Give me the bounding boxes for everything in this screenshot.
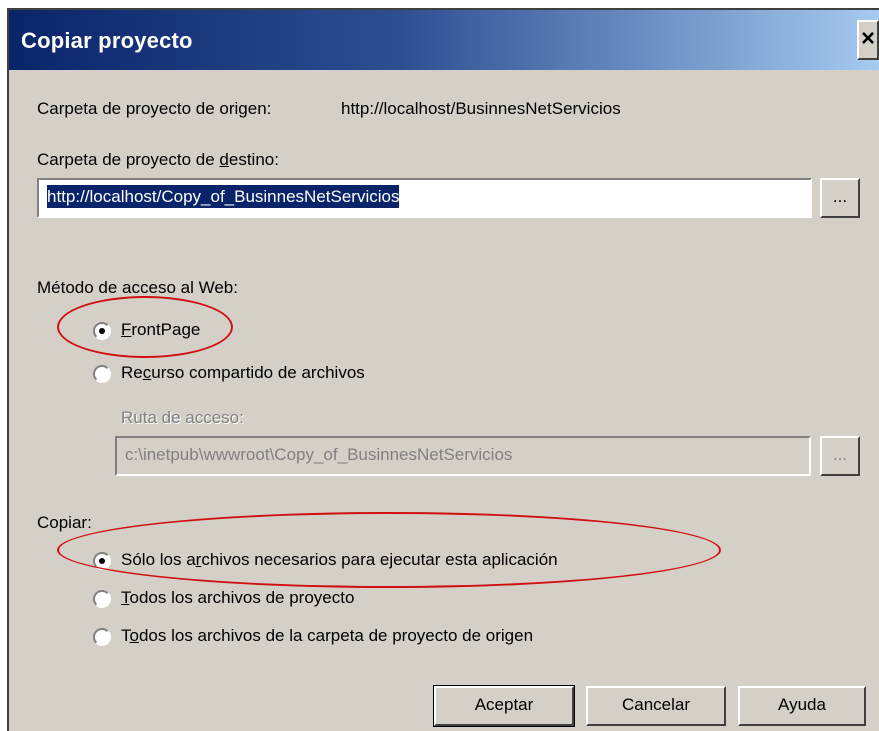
radio-file-share[interactable]: [93, 365, 111, 383]
copy-project-dialog: Copiar proyecto × Carpeta de proyecto de…: [7, 8, 879, 731]
radio-file-share-label[interactable]: Recurso compartido de archivos: [121, 363, 365, 383]
dialog-frame: Copiar proyecto × Carpeta de proyecto de…: [9, 10, 879, 731]
close-button[interactable]: ×: [857, 20, 879, 60]
help-button[interactable]: Ayuda: [738, 686, 866, 726]
access-method-label: Método de acceso al Web:: [37, 278, 238, 297]
dialog-body: Carpeta de proyecto de origen: http://lo…: [9, 70, 879, 731]
highlight-ellipse-frontpage: [57, 296, 233, 358]
access-path-browse-button[interactable]: ...: [820, 436, 860, 476]
cancel-button[interactable]: Cancelar: [586, 686, 726, 726]
access-path-label: Ruta de acceso:: [121, 408, 244, 427]
destination-browse-button[interactable]: ...: [820, 178, 860, 218]
radio-copy-all-project-files-label[interactable]: Todos los archivos de proyecto: [121, 588, 354, 608]
title-bar[interactable]: Copiar proyecto ×: [9, 10, 879, 70]
access-path-input[interactable]: c:\inetpub\wwwroot\Copy_of_BusinnesNetSe…: [115, 436, 811, 476]
radio-copy-all-project-files[interactable]: [93, 590, 111, 608]
radio-copy-source-folder-files-label[interactable]: Todos los archivos de la carpeta de proy…: [121, 626, 533, 646]
source-folder-label: Carpeta de proyecto de origen:: [37, 99, 272, 118]
access-path-value: c:\inetpub\wwwroot\Copy_of_BusinnesNetSe…: [125, 445, 513, 464]
destination-folder-label: Carpeta de proyecto de destino:: [37, 150, 279, 169]
highlight-ellipse-copy-option: [57, 512, 721, 588]
close-icon: ×: [860, 25, 875, 52]
ok-button[interactable]: Aceptar: [433, 685, 575, 727]
copy-label: Copiar:: [37, 513, 92, 532]
dialog-title: Copiar proyecto: [21, 28, 193, 53]
destination-folder-value: http://localhost/Copy_of_BusinnesNetServ…: [47, 185, 400, 208]
source-folder-value: http://localhost/BusinnesNetServicios: [341, 99, 621, 118]
radio-copy-source-folder-files[interactable]: [93, 628, 111, 646]
destination-folder-input[interactable]: http://localhost/Copy_of_BusinnesNetServ…: [37, 178, 812, 218]
